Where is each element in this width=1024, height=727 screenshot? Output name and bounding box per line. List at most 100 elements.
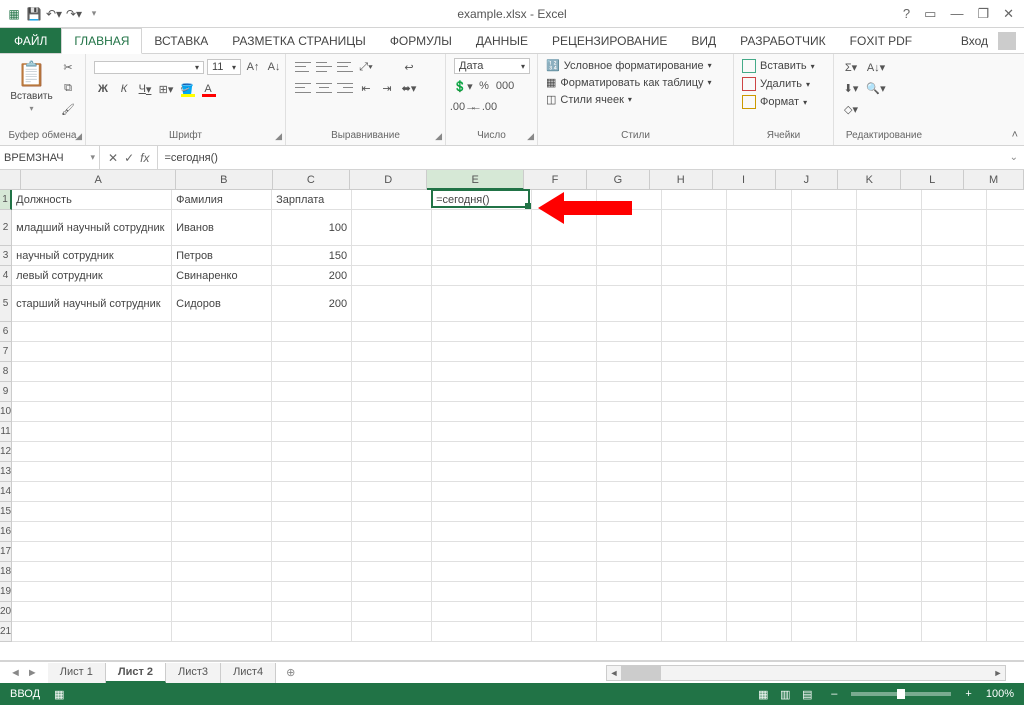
cell[interactable] bbox=[172, 522, 272, 542]
cell[interactable] bbox=[432, 502, 532, 522]
paste-button[interactable]: 📋 Вставить ▾ bbox=[8, 58, 55, 115]
cell[interactable] bbox=[352, 482, 432, 502]
tab-формулы[interactable]: ФОРМУЛЫ bbox=[378, 28, 464, 53]
cell[interactable] bbox=[352, 462, 432, 482]
cell[interactable] bbox=[922, 442, 987, 462]
expand-formula-icon[interactable]: ⌄ bbox=[1010, 152, 1018, 163]
increase-decimal-icon[interactable]: .00→ bbox=[454, 98, 472, 116]
redo-icon[interactable]: ↷▾ bbox=[66, 6, 82, 22]
cell[interactable] bbox=[432, 482, 532, 502]
row-header-4[interactable]: 4 bbox=[0, 266, 12, 286]
help-icon[interactable]: ? bbox=[903, 6, 910, 21]
decrease-decimal-icon[interactable]: ←.00 bbox=[475, 98, 493, 116]
cell[interactable] bbox=[597, 542, 662, 562]
cell[interactable] bbox=[12, 522, 172, 542]
cell[interactable] bbox=[532, 342, 597, 362]
wrap-text-icon[interactable]: ↩ bbox=[400, 58, 418, 76]
cell[interactable] bbox=[727, 522, 792, 542]
close-icon[interactable]: ✕ bbox=[1003, 6, 1014, 22]
cell[interactable] bbox=[432, 286, 532, 322]
cell[interactable] bbox=[792, 522, 857, 542]
col-header-C[interactable]: C bbox=[273, 170, 350, 190]
cell[interactable] bbox=[12, 362, 172, 382]
cut-icon[interactable]: ✂ bbox=[59, 58, 77, 76]
cell[interactable] bbox=[352, 562, 432, 582]
cell[interactable] bbox=[662, 502, 727, 522]
cell[interactable] bbox=[597, 342, 662, 362]
cell[interactable] bbox=[172, 342, 272, 362]
col-header-H[interactable]: H bbox=[650, 170, 713, 190]
tab-данные[interactable]: ДАННЫЕ bbox=[464, 28, 540, 53]
avatar[interactable] bbox=[998, 32, 1016, 50]
cell[interactable] bbox=[662, 422, 727, 442]
tab-вид[interactable]: ВИД bbox=[679, 28, 728, 53]
cell[interactable] bbox=[532, 542, 597, 562]
font-launcher[interactable]: ◢ bbox=[275, 131, 282, 142]
cell[interactable] bbox=[352, 602, 432, 622]
row-header-19[interactable]: 19 bbox=[0, 582, 12, 602]
cell[interactable]: 100 bbox=[272, 210, 352, 246]
cell[interactable] bbox=[352, 402, 432, 422]
cell[interactable] bbox=[12, 422, 172, 442]
cell[interactable] bbox=[597, 210, 662, 246]
cell[interactable] bbox=[12, 542, 172, 562]
col-header-L[interactable]: L bbox=[901, 170, 964, 190]
cell[interactable] bbox=[987, 190, 1024, 210]
cell[interactable] bbox=[352, 246, 432, 266]
row-header-3[interactable]: 3 bbox=[0, 246, 12, 266]
cell[interactable] bbox=[857, 422, 922, 442]
cell[interactable] bbox=[857, 582, 922, 602]
cell[interactable] bbox=[792, 246, 857, 266]
cell[interactable] bbox=[272, 362, 352, 382]
cell[interactable] bbox=[12, 462, 172, 482]
row-header-2[interactable]: 2 bbox=[0, 210, 12, 246]
decrease-font-icon[interactable]: A↓ bbox=[265, 58, 283, 76]
cell[interactable] bbox=[597, 602, 662, 622]
cell[interactable] bbox=[987, 522, 1024, 542]
cell[interactable] bbox=[727, 442, 792, 462]
cell[interactable] bbox=[597, 322, 662, 342]
row-header-11[interactable]: 11 bbox=[0, 422, 12, 442]
row-header-6[interactable]: 6 bbox=[0, 322, 12, 342]
cell[interactable] bbox=[857, 522, 922, 542]
cell[interactable] bbox=[922, 422, 987, 442]
cell[interactable] bbox=[662, 402, 727, 422]
cell[interactable]: Зарплата bbox=[272, 190, 352, 210]
cell[interactable] bbox=[987, 602, 1024, 622]
cell[interactable] bbox=[662, 382, 727, 402]
underline-button[interactable]: Ч▾ bbox=[136, 80, 154, 98]
cell[interactable] bbox=[727, 462, 792, 482]
italic-button[interactable]: К bbox=[115, 80, 133, 98]
number-launcher[interactable]: ◢ bbox=[527, 131, 534, 142]
comma-icon[interactable]: 000 bbox=[496, 77, 514, 95]
row-header-13[interactable]: 13 bbox=[0, 462, 12, 482]
cell[interactable] bbox=[532, 562, 597, 582]
tab-рецензирование[interactable]: РЕЦЕНЗИРОВАНИЕ bbox=[540, 28, 679, 53]
cell[interactable] bbox=[922, 382, 987, 402]
cell[interactable] bbox=[922, 562, 987, 582]
cell[interactable] bbox=[597, 382, 662, 402]
clipboard-launcher[interactable]: ◢ bbox=[75, 131, 82, 142]
undo-icon[interactable]: ↶▾ bbox=[46, 6, 62, 22]
border-button[interactable]: ⊞▾ bbox=[157, 80, 175, 98]
view-page-break-icon[interactable]: ▤ bbox=[797, 686, 817, 702]
cell[interactable] bbox=[532, 402, 597, 422]
cell[interactable]: научный сотрудник bbox=[12, 246, 172, 266]
cell[interactable] bbox=[352, 362, 432, 382]
cell[interactable] bbox=[352, 382, 432, 402]
cell[interactable] bbox=[272, 382, 352, 402]
cell[interactable] bbox=[857, 190, 922, 210]
cell[interactable] bbox=[272, 602, 352, 622]
cell[interactable] bbox=[432, 442, 532, 462]
cell[interactable] bbox=[532, 442, 597, 462]
cell[interactable]: 150 bbox=[272, 246, 352, 266]
cell[interactable] bbox=[597, 266, 662, 286]
cell[interactable] bbox=[352, 210, 432, 246]
cell[interactable] bbox=[727, 322, 792, 342]
align-center-icon[interactable] bbox=[315, 79, 333, 97]
cell[interactable] bbox=[857, 382, 922, 402]
cell[interactable]: левый сотрудник bbox=[12, 266, 172, 286]
cell[interactable] bbox=[922, 522, 987, 542]
cell[interactable] bbox=[662, 442, 727, 462]
cell[interactable] bbox=[597, 402, 662, 422]
